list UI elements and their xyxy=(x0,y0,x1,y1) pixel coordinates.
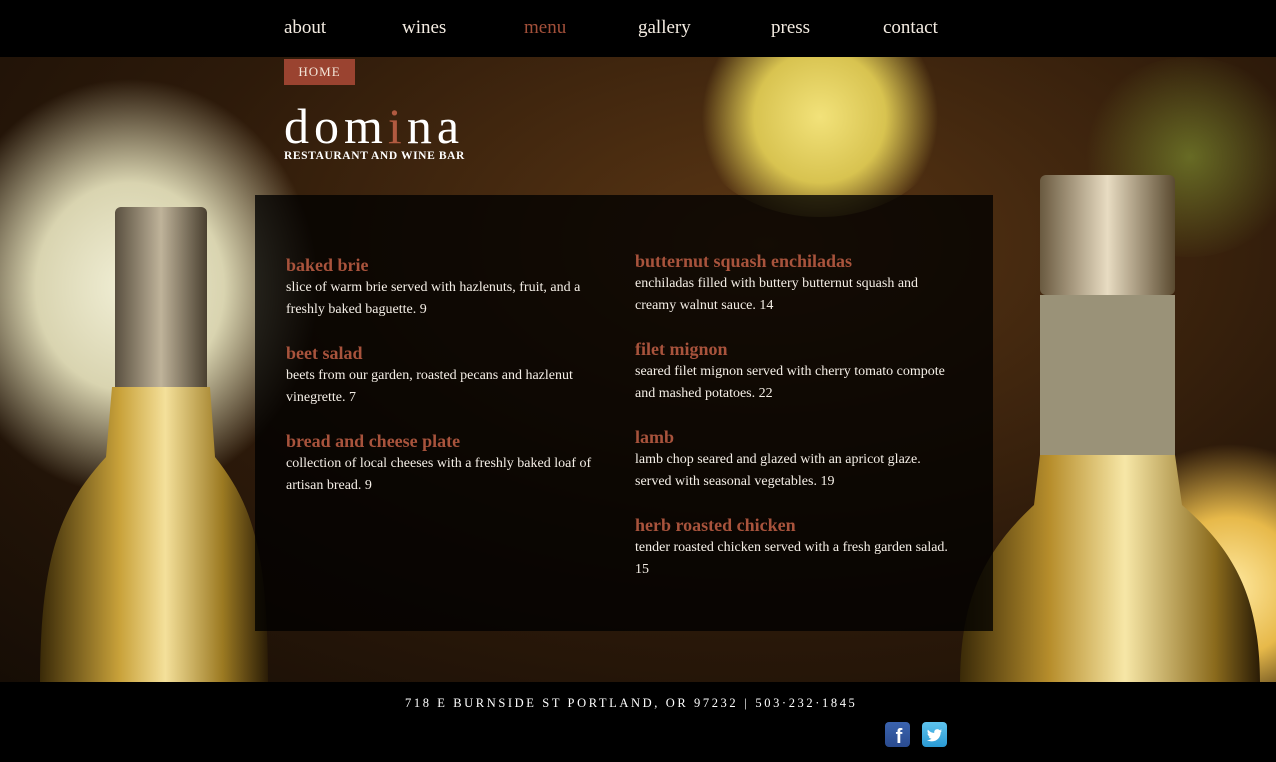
facebook-icon[interactable]: f xyxy=(885,722,910,747)
menu-panel: baked brie slice of warm brie served wit… xyxy=(255,195,993,631)
nav-item-about[interactable]: about xyxy=(284,17,326,39)
menu-item-description: enchiladas filled with buttery butternut… xyxy=(635,276,919,313)
menu-item: herb roasted chicken tender roasted chic… xyxy=(635,514,955,581)
address-separator: | xyxy=(744,696,750,710)
menu-item-name: lamb xyxy=(635,427,675,447)
menu-item-name: bread and cheese plate xyxy=(286,431,461,451)
svg-text:f: f xyxy=(896,726,903,747)
wine-bottle-right xyxy=(960,175,1260,682)
nav-item-menu[interactable]: menu xyxy=(524,17,566,39)
menu-item-name: beet salad xyxy=(286,343,363,363)
logo-tagline: RESTAURANT AND WINE BAR xyxy=(284,150,465,162)
menu-item: beet salad beets from our garden, roaste… xyxy=(286,342,606,409)
phone-number: 503·232·1845 xyxy=(755,696,858,710)
menu-item-name: butternut squash enchiladas xyxy=(635,251,853,271)
menu-item-description: collection of local cheeses with a fresh… xyxy=(286,456,592,493)
bokeh-light xyxy=(690,57,950,217)
menu-item-name: baked brie xyxy=(286,255,369,275)
footer: 718 E BURNSIDE ST PORTLAND, OR 97232 | 503… xyxy=(0,682,1276,762)
menu-item-description: seared filet mignon served with cherry t… xyxy=(635,364,945,401)
footer-address-line: 718 E BURNSIDE ST PORTLAND, OR 97232 | 503… xyxy=(405,696,857,711)
menu-item-description: lamb chop seared and glazed with an apri… xyxy=(635,452,921,489)
twitter-icon[interactable] xyxy=(922,722,947,747)
home-button[interactable]: HOME xyxy=(284,59,355,85)
menu-item: bread and cheese plate collection of loc… xyxy=(286,430,606,497)
logo-wordmark: domina xyxy=(284,98,465,154)
menu-item-name: herb roasted chicken xyxy=(635,515,796,535)
menu-item-name: filet mignon xyxy=(635,339,728,359)
nav-item-gallery[interactable]: gallery xyxy=(638,17,691,39)
menu-item: baked brie slice of warm brie served wit… xyxy=(286,254,606,321)
wine-bottle-left xyxy=(40,207,268,682)
nav-item-press[interactable]: press xyxy=(771,17,810,39)
menu-item: butternut squash enchiladas enchiladas f… xyxy=(635,250,955,317)
nav-item-contact[interactable]: contact xyxy=(883,17,938,39)
top-nav: about wines menu gallery press contact xyxy=(0,0,1276,57)
address-text: 718 E BURNSIDE ST PORTLAND, OR 97232 xyxy=(405,696,739,710)
nav-item-wines[interactable]: wines xyxy=(402,17,446,39)
menu-item: filet mignon seared filet mignon served … xyxy=(635,338,955,405)
menu-item-description: beets from our garden, roasted pecans an… xyxy=(286,368,573,405)
menu-item-description: tender roasted chicken served with a fre… xyxy=(635,540,948,577)
menu-item-description: slice of warm brie served with hazlenuts… xyxy=(286,280,581,317)
menu-item: lamb lamb chop seared and glazed with an… xyxy=(635,426,955,493)
logo[interactable]: domina RESTAURANT AND WINE BAR xyxy=(284,100,465,162)
